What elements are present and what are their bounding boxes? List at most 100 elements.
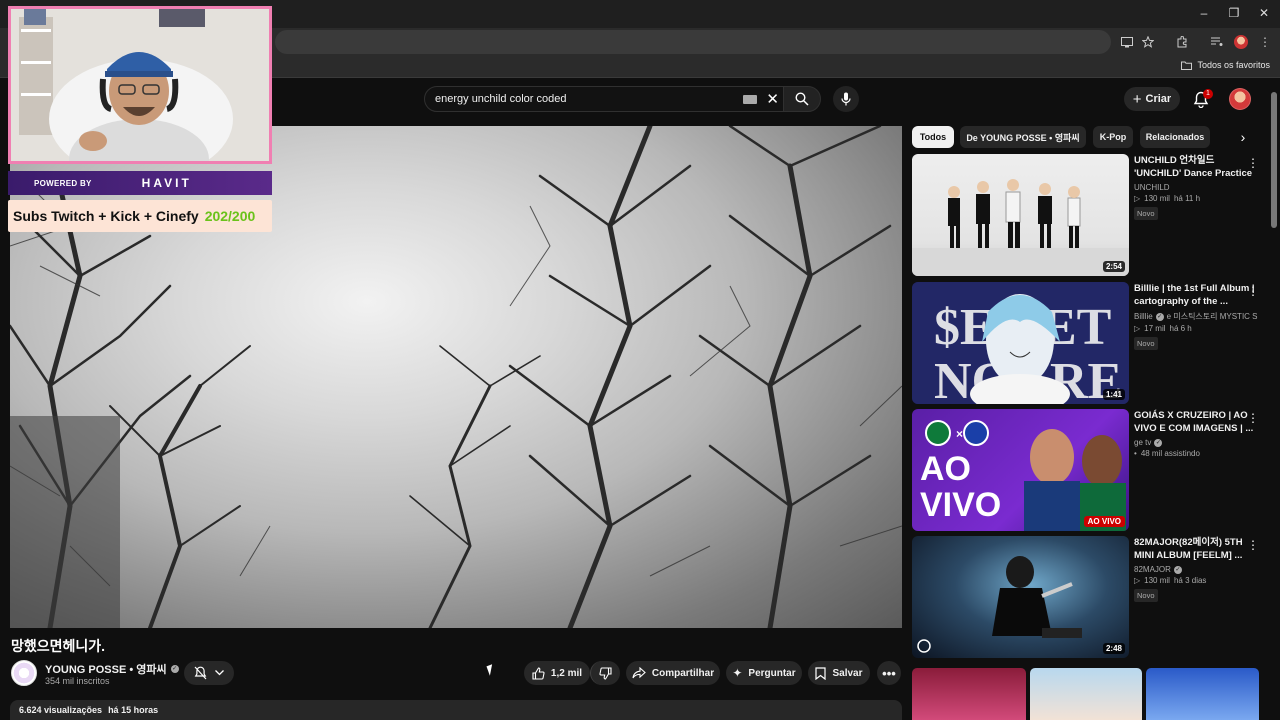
extensions-icon[interactable]	[1173, 33, 1191, 51]
profile-avatar[interactable]	[1232, 33, 1250, 51]
recommendation-channel[interactable]: 82MAJOR	[1134, 565, 1171, 574]
more-vertical-icon[interactable]: ⋮	[1247, 411, 1259, 425]
shorts-thumbnail[interactable]	[1030, 668, 1142, 720]
all-bookmarks[interactable]: Todos os favoritos	[1181, 60, 1270, 70]
recommendation-meta[interactable]: 82MAJOR(82메이저) 5TH MINI ALBUM [FEELM] ..…	[1134, 536, 1258, 603]
share-icon	[632, 667, 646, 679]
clear-search-icon[interactable]: ✕	[766, 90, 779, 108]
media-control-icon[interactable]	[1208, 33, 1226, 51]
subs-goal-count: 202/200	[204, 208, 256, 224]
ask-label: Perguntar	[748, 667, 796, 679]
search-input[interactable]: energy unchild color coded ✕	[424, 86, 788, 112]
save-button[interactable]: Salvar	[808, 661, 870, 685]
recommendation-meta[interactable]: GOIÁS X CRUZEIRO | AO VIVO E COM IMAGENS…	[1134, 409, 1258, 458]
cast-icon[interactable]	[1118, 33, 1136, 51]
svg-text:×: ×	[956, 427, 963, 441]
recommendation-item[interactable]: $E ET NO RE 1:41 Billlie | the 1st Full …	[912, 282, 1262, 404]
powered-by-label: POWERED BY	[34, 178, 92, 188]
live-badge: AO VIVO	[1083, 516, 1125, 527]
bell-off-icon	[194, 666, 207, 680]
chip-all[interactable]: Todos	[912, 126, 954, 148]
recommendation-item[interactable]: 2:48 82MAJOR(82메이저) 5TH MINI ALBUM [FEEL…	[912, 536, 1262, 658]
chip-kpop[interactable]: K-Pop	[1093, 126, 1133, 148]
recommendation-title[interactable]: 82MAJOR(82메이저) 5TH MINI ALBUM [FEELM] ..…	[1134, 536, 1258, 562]
verified-icon: ✓	[1173, 565, 1182, 574]
recommendation-channel-extra: e 미스틱스토리 MYSTIC S	[1166, 312, 1258, 321]
channel-name[interactable]: YOUNG POSSE • 영파씨	[45, 661, 167, 677]
voice-search-button[interactable]	[833, 86, 859, 112]
recommendation-channel-row[interactable]: ge tv ✓	[1134, 438, 1258, 447]
save-label: Salvar	[832, 667, 863, 679]
channel-avatar[interactable]	[11, 660, 37, 686]
video-thumbnail[interactable]: $E ET NO RE 1:41	[912, 282, 1129, 404]
chevron-down-icon	[215, 670, 224, 676]
recommendation-channel[interactable]: ge tv	[1134, 438, 1151, 447]
recommendation-channel[interactable]: UNCHILD	[1134, 183, 1258, 192]
video-title: 망했으면헤니가.	[11, 638, 106, 654]
video-thumbnail[interactable]: 2:48	[912, 536, 1129, 658]
sparkle-icon: ✦	[732, 666, 743, 680]
minimize-button[interactable]: –	[1196, 6, 1212, 20]
verified-icon: ✓	[1155, 312, 1164, 321]
dislike-button[interactable]	[590, 661, 620, 685]
chip-related[interactable]: Relacionados	[1140, 126, 1210, 148]
recommendation-item[interactable]: × AO VIVO AO VIVO GOIÁS X CRUZEIRO | AO …	[912, 409, 1262, 531]
more-vertical-icon[interactable]: ⋮	[1247, 156, 1259, 170]
recommendation-age: há 6 h	[1169, 324, 1192, 333]
keyboard-icon[interactable]	[743, 95, 757, 104]
recommendation-stats: ▷ 130 mil há 3 dias	[1134, 576, 1258, 585]
recommendation-channel[interactable]: Billlie	[1134, 312, 1153, 321]
album-cover-thumbnail-image: $E ET NO RE	[912, 282, 1129, 404]
menu-kebab-icon[interactable]: ⋮	[1256, 33, 1274, 51]
subscription-notifications-button[interactable]	[184, 661, 234, 685]
close-window-button[interactable]: ✕	[1256, 6, 1272, 20]
recommendation-views: 17 mil	[1144, 324, 1166, 333]
recommendation-meta[interactable]: Billlie | the 1st Full Album | cartograp…	[1134, 282, 1258, 351]
chevron-right-icon[interactable]: ›	[1233, 127, 1253, 147]
address-bar[interactable]	[275, 30, 1111, 54]
thumbs-up-icon	[532, 666, 545, 680]
new-badge: Novo	[1134, 589, 1158, 602]
more-vertical-icon[interactable]: ⋮	[1247, 284, 1259, 298]
bookmark-icon	[815, 666, 827, 680]
recommendation-title[interactable]: UNCHILD 언차일드 'UNCHILD' Dance Practice	[1134, 154, 1258, 180]
performance-thumbnail-image	[917, 556, 1082, 653]
bookmark-star-icon[interactable]	[1139, 33, 1157, 51]
page-scrollbar[interactable]	[1271, 92, 1277, 228]
play-icon: ▷	[1134, 194, 1141, 203]
video-thumbnail[interactable]: 2:54	[912, 154, 1129, 276]
more-vertical-icon[interactable]: ⋮	[1247, 538, 1259, 552]
recommendation-age: há 3 dias	[1173, 576, 1207, 585]
ask-button[interactable]: ✦ Perguntar	[726, 661, 802, 685]
subs-goal-label: Subs Twitch + Kick + Cinefy	[13, 208, 199, 224]
play-icon: ▷	[1134, 576, 1141, 585]
recommendation-stats: ▷ 130 mil há 11 h	[1134, 194, 1258, 203]
description-box[interactable]: 6.624 visualizações há 15 horas	[10, 700, 902, 720]
account-avatar[interactable]	[1229, 88, 1251, 110]
shorts-thumbnail[interactable]	[912, 668, 1026, 720]
recommendation-channel-row[interactable]: 82MAJOR ✓	[1134, 565, 1258, 574]
verified-icon: ✓	[1154, 438, 1163, 447]
search-icon	[795, 92, 809, 106]
shorts-thumbnail[interactable]	[1146, 668, 1259, 720]
sponsor-name: HAVIT	[141, 176, 192, 190]
create-button[interactable]: + Criar	[1124, 87, 1180, 111]
search-button[interactable]	[783, 86, 821, 112]
recommendation-meta[interactable]: UNCHILD 언차일드 'UNCHILD' Dance Practice UN…	[1134, 154, 1258, 221]
maximize-button[interactable]: ❐	[1226, 6, 1242, 20]
more-horizontal-icon: •••	[882, 665, 896, 681]
video-thumbnail[interactable]: × AO VIVO AO VIVO	[912, 409, 1129, 531]
share-button[interactable]: Compartilhar	[626, 661, 720, 685]
recommendation-title[interactable]: GOIÁS X CRUZEIRO | AO VIVO E COM IMAGENS…	[1134, 409, 1258, 435]
chip-from-channel[interactable]: De YOUNG POSSE • 영파씨	[960, 126, 1086, 148]
video-duration: 1:41	[1102, 389, 1125, 400]
recommendation-title[interactable]: Billlie | the 1st Full Album | cartograp…	[1134, 282, 1258, 308]
like-button[interactable]: 1,2 mil	[524, 661, 590, 685]
more-actions-button[interactable]: •••	[877, 661, 901, 685]
recommendation-channel-row[interactable]: Billlie ✓ e 미스틱스토리 MYSTIC S	[1134, 311, 1258, 322]
subscriber-count: 354 mil inscritos	[45, 676, 110, 686]
create-label: Criar	[1145, 93, 1172, 105]
channel-name-row[interactable]: YOUNG POSSE • 영파씨 ✓	[45, 661, 179, 677]
streamer-webcam-image	[11, 9, 269, 161]
recommendation-item[interactable]: 2:54 UNCHILD 언차일드 'UNCHILD' Dance Practi…	[912, 154, 1262, 276]
